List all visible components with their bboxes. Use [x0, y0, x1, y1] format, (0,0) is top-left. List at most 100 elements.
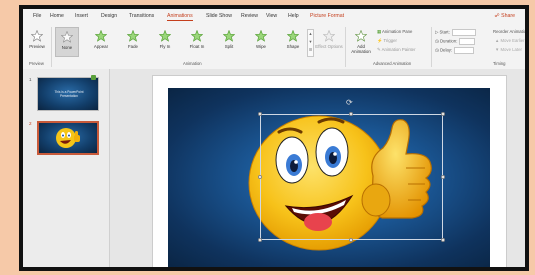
tab-animations[interactable]: Animations	[167, 13, 193, 21]
preview-star-icon	[31, 30, 43, 42]
thumbnail-emoji-image	[56, 128, 80, 148]
wipe-star-icon	[255, 30, 267, 42]
animation-float-in-button[interactable]: Float In	[185, 27, 209, 57]
delay-icon: ◷	[435, 47, 439, 53]
tab-home[interactable]: Home	[50, 13, 64, 19]
selection-box	[260, 114, 443, 240]
ribbon: Preview Preview None Appear Fade Fly In …	[23, 23, 525, 70]
animation-appear-label: Appear	[93, 44, 109, 49]
animation-fade-label: Fade	[127, 44, 138, 49]
share-button[interactable]: ☍ Share	[494, 13, 515, 19]
slide-1-title: This is a PowerPoint Presentation	[54, 90, 84, 98]
effect-options-button[interactable]: Effect Options	[315, 27, 343, 57]
tab-view[interactable]: View	[266, 13, 277, 19]
float-in-star-icon	[191, 30, 203, 42]
start-field[interactable]: ▷ Start:	[435, 29, 476, 36]
share-label: Share	[501, 13, 515, 19]
group-animation-label: Animation	[183, 61, 202, 66]
resize-handle[interactable]	[441, 112, 445, 116]
shape-star-icon	[287, 30, 299, 42]
fade-star-icon	[127, 30, 139, 42]
effect-options-label: Effect Options	[315, 44, 343, 49]
slide-number-2: 2	[29, 121, 32, 126]
ribbon-separator	[345, 27, 346, 67]
effect-options-icon	[323, 30, 335, 42]
animation-fly-in-label: Fly In	[159, 44, 171, 49]
tab-slide-show[interactable]: Slide Show	[206, 13, 232, 19]
animation-pane-label: Animation Pane	[382, 29, 413, 34]
preview-button[interactable]: Preview	[25, 27, 49, 57]
animation-appear-button[interactable]: Appear	[89, 27, 113, 57]
animation-shape-label: Shape	[286, 44, 300, 49]
resize-handle[interactable]	[258, 175, 262, 179]
animation-split-button[interactable]: Split	[217, 27, 241, 57]
animation-wipe-button[interactable]: Wipe	[249, 27, 273, 57]
move-earlier-button[interactable]: ▲ Move Earlier	[495, 38, 525, 43]
duration-icon: ◷	[435, 38, 439, 44]
animation-shape-button[interactable]: Shape	[281, 27, 305, 57]
gallery-scroll[interactable]: ▲ ▼ ☰	[307, 29, 314, 57]
resize-handle[interactable]	[441, 175, 445, 179]
resize-handle[interactable]	[258, 238, 262, 242]
animation-none-button[interactable]: None	[55, 27, 79, 57]
group-timing-label: Timing	[493, 61, 506, 66]
tab-help[interactable]: Help	[288, 13, 299, 19]
ribbon-separator	[51, 27, 52, 67]
tab-design[interactable]: Design	[101, 13, 117, 19]
resize-handle[interactable]	[441, 238, 445, 242]
preview-label: Preview	[29, 44, 45, 49]
duration-label: Duration:	[439, 38, 458, 44]
animation-fade-button[interactable]: Fade	[121, 27, 145, 57]
tab-insert[interactable]: Insert	[75, 13, 88, 19]
screenshot-frame: File Home Insert Design Transitions Anim…	[0, 0, 535, 275]
reorder-animation-label: Reorder Animation	[493, 29, 529, 34]
animation-float-in-label: Float In	[189, 44, 205, 49]
animation-star-icon	[91, 75, 96, 80]
resize-handle[interactable]	[349, 238, 353, 242]
group-advanced-animation-label: Advanced Animation	[373, 61, 412, 66]
resize-handle[interactable]	[349, 112, 353, 116]
slide-number-1: 1	[29, 77, 32, 82]
slide-thumbnail-2[interactable]	[37, 121, 99, 155]
animation-wipe-label: Wipe	[255, 44, 266, 49]
animation-pane-button[interactable]: ▦ Animation Pane	[377, 29, 412, 35]
appear-star-icon	[95, 30, 107, 42]
delay-input[interactable]	[454, 47, 475, 54]
start-label: Start:	[439, 29, 450, 35]
tab-transitions[interactable]: Transitions	[129, 13, 154, 19]
move-earlier-label: Move Earlier	[500, 38, 525, 43]
tab-review[interactable]: Review	[241, 13, 258, 19]
tab-picture-format[interactable]: Picture Format	[310, 13, 344, 19]
animation-painter-button[interactable]: ✎ Animation Painter	[377, 47, 416, 53]
trigger-label: Trigger	[383, 38, 397, 43]
animation-painter-label: Animation Painter	[381, 47, 416, 52]
move-later-button[interactable]: ▼ Move Later	[495, 47, 522, 52]
animation-fly-in-button[interactable]: Fly In	[153, 27, 177, 57]
start-icon: ▷	[435, 29, 439, 35]
animation-pane-icon: ▦	[377, 29, 382, 34]
duration-field[interactable]: ◷ Duration:	[435, 38, 476, 45]
add-animation-label: Add Animation	[351, 44, 371, 54]
group-preview-label: Preview	[29, 61, 44, 66]
split-star-icon	[223, 30, 235, 42]
add-animation-icon	[355, 30, 367, 42]
duration-input[interactable]	[459, 38, 476, 45]
resize-handle[interactable]	[258, 112, 262, 116]
rotate-handle-icon[interactable]: ⟳	[346, 98, 353, 107]
slide-editing-area: ⟳	[110, 69, 525, 267]
trigger-button[interactable]: ⚡ Trigger	[377, 38, 397, 44]
current-slide[interactable]: ⟳	[152, 75, 507, 267]
start-input[interactable]	[451, 29, 476, 36]
none-star-icon	[61, 31, 73, 43]
delay-label: Delay:	[439, 47, 453, 53]
slide-thumbnail-panel: 1 This is a PowerPoint Presentation 2	[23, 69, 110, 267]
tab-file[interactable]: File	[33, 13, 41, 19]
add-animation-button[interactable]: Add Animation	[347, 27, 375, 57]
ribbon-separator	[431, 27, 432, 67]
fly-in-star-icon	[159, 30, 171, 42]
animation-split-label: Split	[224, 44, 234, 49]
slide-thumbnail-1[interactable]: This is a PowerPoint Presentation	[37, 77, 99, 111]
slide-background: ⟳	[168, 88, 490, 267]
delay-field[interactable]: ◷ Delay:	[435, 47, 475, 54]
move-later-label: Move Later	[500, 47, 522, 52]
